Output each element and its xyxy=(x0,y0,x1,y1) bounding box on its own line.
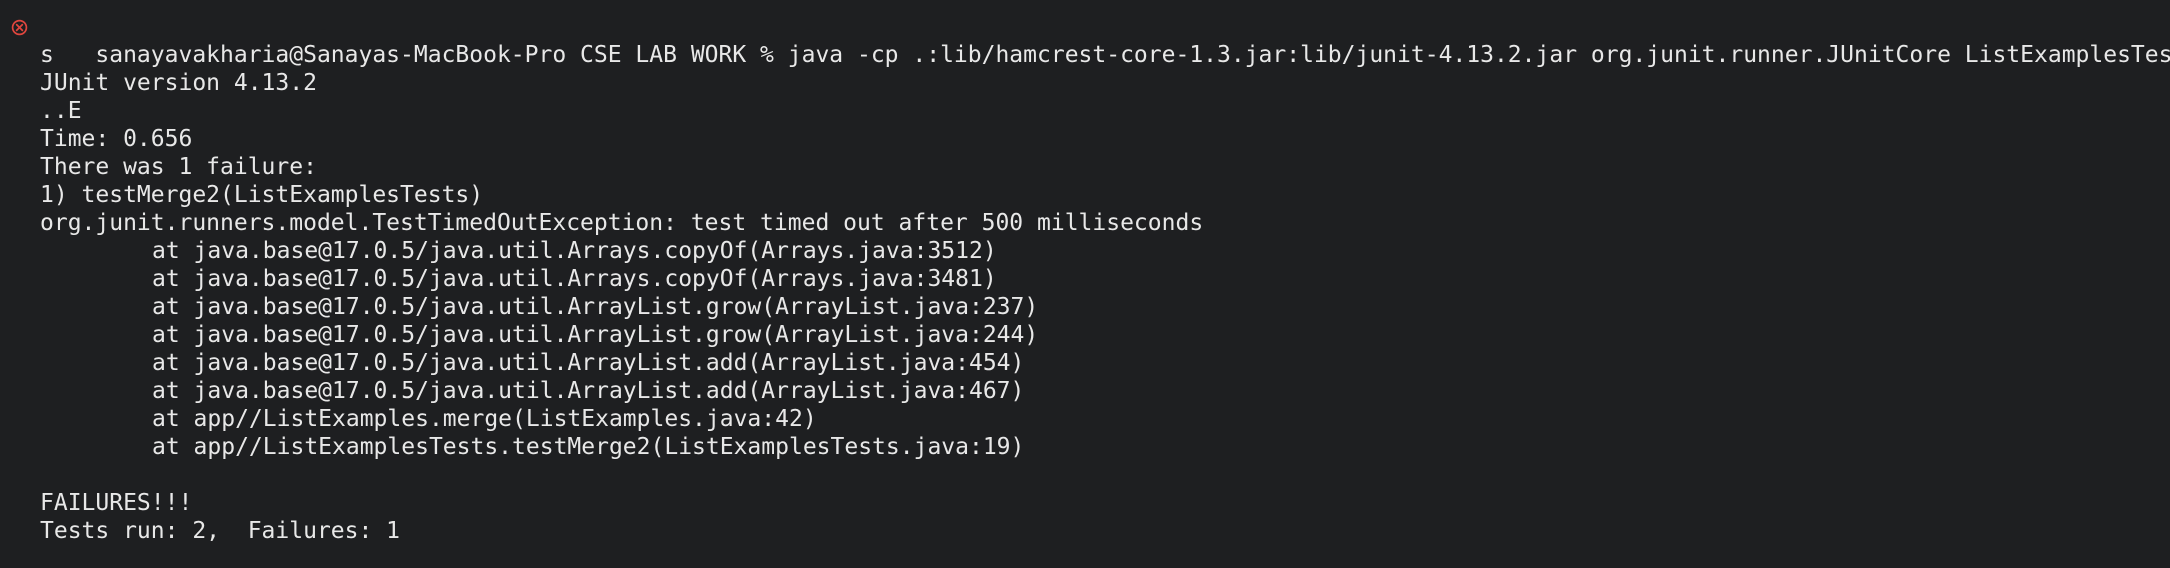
failure-summary-line: There was 1 failure: xyxy=(40,154,317,180)
stack-trace-line: at java.base@17.0.5/java.util.ArrayList.… xyxy=(152,294,1039,320)
junit-version-line: JUnit version 4.13.2 xyxy=(40,70,317,96)
stack-trace-line: at java.base@17.0.5/java.util.Arrays.cop… xyxy=(152,266,997,292)
failure-title-line: 1) testMerge2(ListExamplesTests) xyxy=(40,182,484,208)
circle-x-icon[interactable] xyxy=(11,19,28,36)
test-time-line: Time: 0.656 xyxy=(40,126,193,152)
stack-trace-line: at java.base@17.0.5/java.util.ArrayList.… xyxy=(152,322,1039,348)
failures-header-line: FAILURES!!! xyxy=(40,490,193,516)
stack-trace-line: at app//ListExamples.merge(ListExamples.… xyxy=(152,406,817,432)
exception-line: org.junit.runners.model.TestTimedOutExce… xyxy=(40,210,1204,236)
stack-trace-line: at app//ListExamplesTests.testMerge2(Lis… xyxy=(152,434,1025,460)
command-line-wrap: s xyxy=(40,42,54,68)
terminal-output[interactable]: sanayavakharia@Sanayas-MacBook-Pro CSE L… xyxy=(0,0,2170,568)
tests-summary-line: Tests run: 2, Failures: 1 xyxy=(40,518,401,544)
test-progress-line: ..E xyxy=(40,98,82,124)
stack-trace-line: at java.base@17.0.5/java.util.Arrays.cop… xyxy=(152,238,997,264)
stack-trace-line: at java.base@17.0.5/java.util.ArrayList.… xyxy=(152,350,1025,376)
command-line: sanayavakharia@Sanayas-MacBook-Pro CSE L… xyxy=(0,13,2170,68)
stack-trace-line: at java.base@17.0.5/java.util.ArrayList.… xyxy=(152,378,1025,404)
